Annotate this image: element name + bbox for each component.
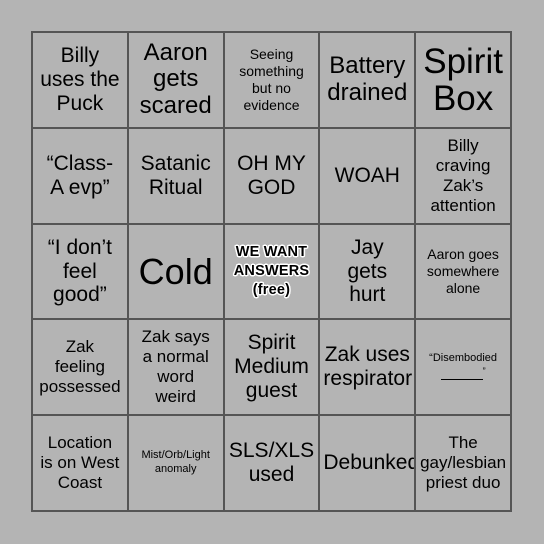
bingo-cell-label: The gay/lesbian priest duo	[420, 433, 507, 493]
bingo-cell[interactable]: Spirit Medium guest	[224, 320, 321, 417]
bingo-cell-label: Billy craving Zak’s attention	[430, 135, 496, 215]
bingo-cell[interactable]: Aaron goes somewhere alone	[416, 224, 512, 321]
bingo-cell[interactable]: Location is on West Coast	[33, 416, 129, 512]
bingo-cell-label: Satanic Ritual	[140, 151, 211, 199]
bingo-cell[interactable]: SLS/XLS used	[224, 416, 321, 512]
bingo-cell-label: Battery drained	[327, 52, 408, 106]
bingo-cell[interactable]: “I don’t feel good”	[33, 224, 129, 321]
bingo-cell[interactable]: Seeing something but no evidence	[224, 33, 321, 129]
bingo-cell-label: Aaron goes somewhere alone	[426, 245, 500, 297]
bingo-cell-label: Mist/Orb/Light anomaly	[141, 449, 210, 476]
bingo-cell-label: Billy uses the Puck	[40, 43, 120, 115]
bingo-cell-label: “Disembodied ”	[419, 351, 507, 384]
bingo-cell[interactable]: Billy craving Zak’s attention	[416, 128, 512, 225]
closing-quote: ”	[482, 366, 486, 377]
bingo-cell[interactable]: Billy uses the Puck	[33, 33, 129, 129]
blank-underline	[440, 372, 483, 381]
bingo-cell[interactable]: Battery drained	[320, 33, 417, 129]
bingo-cell-label: Debunked	[323, 451, 417, 475]
bingo-cell[interactable]: Satanic Ritual	[128, 128, 225, 225]
bingo-cell[interactable]: Zak uses respirator	[320, 320, 417, 417]
bingo-cell[interactable]: Debunked	[320, 416, 417, 512]
bingo-cell-label: SLS/XLS used	[228, 439, 315, 487]
bingo-cell-label: Zak feeling possessed	[39, 337, 121, 397]
bingo-cell-free-space[interactable]: WE WANT ANSWERS (free)	[224, 224, 321, 321]
bingo-cell-label: “Class- A evp”	[46, 151, 114, 199]
bingo-cell[interactable]: “Disembodied ”	[416, 320, 512, 417]
bingo-cell-label: WOAH	[334, 163, 400, 187]
bingo-cell[interactable]: WOAH	[320, 128, 417, 225]
bingo-cell-label: WE WANT ANSWERS (free)	[233, 244, 310, 298]
bingo-cell[interactable]: OH MY GOD	[224, 128, 321, 225]
bingo-cell-label: Spirit Box	[423, 41, 503, 118]
bingo-cell[interactable]: Jay gets hurt	[320, 224, 417, 321]
bingo-cell-label: Cold	[138, 250, 213, 292]
bingo-cell-label: “I don’t feel good”	[47, 235, 112, 307]
bingo-card-grid: Billy uses the Puck Aaron gets scared Seei…	[31, 31, 512, 512]
bingo-cell-label: Seeing something but no evidence	[239, 45, 304, 113]
bingo-cell[interactable]: Zak feeling possessed	[33, 320, 129, 417]
bingo-cell[interactable]: Mist/Orb/Light anomaly	[128, 416, 225, 512]
bingo-cell[interactable]: Aaron gets scared	[128, 33, 225, 129]
bingo-cell-label: Zak says a normal word weird	[141, 327, 210, 407]
bingo-cell[interactable]: Spirit Box	[416, 33, 512, 129]
bingo-cell[interactable]: “Class- A evp”	[33, 128, 129, 225]
bingo-cell-label: OH MY GOD	[237, 151, 306, 199]
bingo-cell-label: Aaron gets scared	[139, 38, 212, 120]
bingo-cell-label: Location is on West Coast	[40, 433, 120, 493]
bingo-cell[interactable]: Cold	[128, 224, 225, 321]
bingo-cell-label: Jay gets hurt	[347, 235, 388, 307]
bingo-cell[interactable]: The gay/lesbian priest duo	[416, 416, 512, 512]
bingo-cell-label: Zak uses respirator	[323, 343, 413, 391]
bingo-cell-label: Spirit Medium guest	[234, 331, 309, 403]
bingo-cell[interactable]: Zak says a normal word weird	[128, 320, 225, 417]
